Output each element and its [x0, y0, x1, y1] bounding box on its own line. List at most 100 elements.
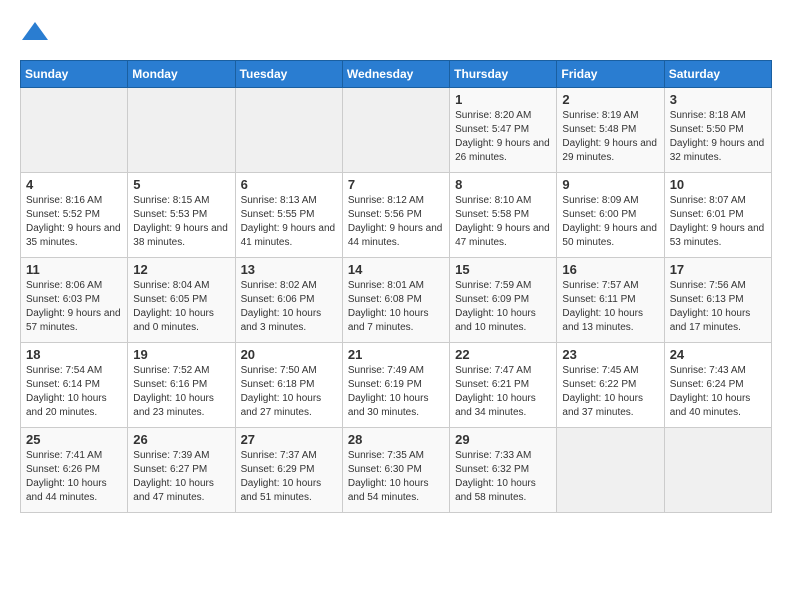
- calendar-cell: 3 Sunrise: 8:18 AMSunset: 5:50 PMDayligh…: [664, 88, 771, 173]
- calendar-cell: [21, 88, 128, 173]
- calendar-cell: [342, 88, 449, 173]
- day-number: 29: [455, 432, 551, 447]
- day-detail: Sunrise: 8:09 AMSunset: 6:00 PMDaylight:…: [562, 195, 657, 248]
- day-detail: Sunrise: 8:04 AMSunset: 6:05 PMDaylight:…: [133, 280, 214, 333]
- calendar-header-row: SundayMondayTuesdayWednesdayThursdayFrid…: [21, 61, 772, 88]
- day-detail: Sunrise: 7:45 AMSunset: 6:22 PMDaylight:…: [562, 365, 643, 418]
- day-detail: Sunrise: 8:12 AMSunset: 5:56 PMDaylight:…: [348, 195, 443, 248]
- day-number: 13: [241, 262, 337, 277]
- day-detail: Sunrise: 7:33 AMSunset: 6:32 PMDaylight:…: [455, 450, 536, 503]
- day-detail: Sunrise: 8:06 AMSunset: 6:03 PMDaylight:…: [26, 280, 121, 333]
- day-detail: Sunrise: 7:50 AMSunset: 6:18 PMDaylight:…: [241, 365, 322, 418]
- calendar-cell: 6 Sunrise: 8:13 AMSunset: 5:55 PMDayligh…: [235, 173, 342, 258]
- calendar-cell: 22 Sunrise: 7:47 AMSunset: 6:21 PMDaylig…: [450, 343, 557, 428]
- calendar-cell: 12 Sunrise: 8:04 AMSunset: 6:05 PMDaylig…: [128, 258, 235, 343]
- day-detail: Sunrise: 7:37 AMSunset: 6:29 PMDaylight:…: [241, 450, 322, 503]
- day-number: 18: [26, 347, 122, 362]
- day-detail: Sunrise: 8:16 AMSunset: 5:52 PMDaylight:…: [26, 195, 121, 248]
- day-number: 9: [562, 177, 658, 192]
- logo: [20, 20, 54, 50]
- calendar-cell: 19 Sunrise: 7:52 AMSunset: 6:16 PMDaylig…: [128, 343, 235, 428]
- calendar-cell: 17 Sunrise: 7:56 AMSunset: 6:13 PMDaylig…: [664, 258, 771, 343]
- weekday-header: Tuesday: [235, 61, 342, 88]
- day-detail: Sunrise: 8:10 AMSunset: 5:58 PMDaylight:…: [455, 195, 550, 248]
- day-detail: Sunrise: 7:35 AMSunset: 6:30 PMDaylight:…: [348, 450, 429, 503]
- day-number: 10: [670, 177, 766, 192]
- day-detail: Sunrise: 8:13 AMSunset: 5:55 PMDaylight:…: [241, 195, 336, 248]
- calendar-cell: 9 Sunrise: 8:09 AMSunset: 6:00 PMDayligh…: [557, 173, 664, 258]
- calendar-cell: 24 Sunrise: 7:43 AMSunset: 6:24 PMDaylig…: [664, 343, 771, 428]
- day-number: 3: [670, 92, 766, 107]
- day-detail: Sunrise: 7:43 AMSunset: 6:24 PMDaylight:…: [670, 365, 751, 418]
- day-number: 14: [348, 262, 444, 277]
- calendar-cell: 1 Sunrise: 8:20 AMSunset: 5:47 PMDayligh…: [450, 88, 557, 173]
- day-number: 27: [241, 432, 337, 447]
- day-detail: Sunrise: 7:54 AMSunset: 6:14 PMDaylight:…: [26, 365, 107, 418]
- calendar-cell: 14 Sunrise: 8:01 AMSunset: 6:08 PMDaylig…: [342, 258, 449, 343]
- calendar-cell: 25 Sunrise: 7:41 AMSunset: 6:26 PMDaylig…: [21, 428, 128, 513]
- calendar-cell: [128, 88, 235, 173]
- day-detail: Sunrise: 7:56 AMSunset: 6:13 PMDaylight:…: [670, 280, 751, 333]
- calendar-cell: 2 Sunrise: 8:19 AMSunset: 5:48 PMDayligh…: [557, 88, 664, 173]
- weekday-header: Sunday: [21, 61, 128, 88]
- day-number: 20: [241, 347, 337, 362]
- calendar-cell: [235, 88, 342, 173]
- calendar-cell: 13 Sunrise: 8:02 AMSunset: 6:06 PMDaylig…: [235, 258, 342, 343]
- calendar-cell: 7 Sunrise: 8:12 AMSunset: 5:56 PMDayligh…: [342, 173, 449, 258]
- day-detail: Sunrise: 7:52 AMSunset: 6:16 PMDaylight:…: [133, 365, 214, 418]
- day-detail: Sunrise: 7:47 AMSunset: 6:21 PMDaylight:…: [455, 365, 536, 418]
- day-number: 26: [133, 432, 229, 447]
- calendar-cell: [557, 428, 664, 513]
- calendar-week-row: 1 Sunrise: 8:20 AMSunset: 5:47 PMDayligh…: [21, 88, 772, 173]
- day-detail: Sunrise: 8:18 AMSunset: 5:50 PMDaylight:…: [670, 110, 765, 163]
- day-number: 17: [670, 262, 766, 277]
- day-number: 19: [133, 347, 229, 362]
- day-number: 23: [562, 347, 658, 362]
- calendar-cell: [664, 428, 771, 513]
- calendar-cell: 4 Sunrise: 8:16 AMSunset: 5:52 PMDayligh…: [21, 173, 128, 258]
- calendar-cell: 8 Sunrise: 8:10 AMSunset: 5:58 PMDayligh…: [450, 173, 557, 258]
- day-number: 7: [348, 177, 444, 192]
- day-number: 24: [670, 347, 766, 362]
- day-number: 4: [26, 177, 122, 192]
- calendar-cell: 27 Sunrise: 7:37 AMSunset: 6:29 PMDaylig…: [235, 428, 342, 513]
- day-number: 1: [455, 92, 551, 107]
- day-detail: Sunrise: 7:49 AMSunset: 6:19 PMDaylight:…: [348, 365, 429, 418]
- calendar-cell: 26 Sunrise: 7:39 AMSunset: 6:27 PMDaylig…: [128, 428, 235, 513]
- calendar-table: SundayMondayTuesdayWednesdayThursdayFrid…: [20, 60, 772, 513]
- weekday-header: Wednesday: [342, 61, 449, 88]
- logo-icon: [20, 20, 50, 50]
- calendar-cell: 16 Sunrise: 7:57 AMSunset: 6:11 PMDaylig…: [557, 258, 664, 343]
- day-number: 28: [348, 432, 444, 447]
- day-number: 2: [562, 92, 658, 107]
- calendar-week-row: 25 Sunrise: 7:41 AMSunset: 6:26 PMDaylig…: [21, 428, 772, 513]
- calendar-cell: 5 Sunrise: 8:15 AMSunset: 5:53 PMDayligh…: [128, 173, 235, 258]
- calendar-week-row: 4 Sunrise: 8:16 AMSunset: 5:52 PMDayligh…: [21, 173, 772, 258]
- day-number: 11: [26, 262, 122, 277]
- calendar-cell: 11 Sunrise: 8:06 AMSunset: 6:03 PMDaylig…: [21, 258, 128, 343]
- calendar-cell: 29 Sunrise: 7:33 AMSunset: 6:32 PMDaylig…: [450, 428, 557, 513]
- day-number: 21: [348, 347, 444, 362]
- day-detail: Sunrise: 8:15 AMSunset: 5:53 PMDaylight:…: [133, 195, 228, 248]
- day-number: 6: [241, 177, 337, 192]
- calendar-cell: 21 Sunrise: 7:49 AMSunset: 6:19 PMDaylig…: [342, 343, 449, 428]
- day-number: 16: [562, 262, 658, 277]
- day-number: 22: [455, 347, 551, 362]
- calendar-cell: 18 Sunrise: 7:54 AMSunset: 6:14 PMDaylig…: [21, 343, 128, 428]
- day-number: 8: [455, 177, 551, 192]
- day-detail: Sunrise: 7:41 AMSunset: 6:26 PMDaylight:…: [26, 450, 107, 503]
- day-detail: Sunrise: 8:19 AMSunset: 5:48 PMDaylight:…: [562, 110, 657, 163]
- weekday-header: Saturday: [664, 61, 771, 88]
- weekday-header: Friday: [557, 61, 664, 88]
- calendar-cell: 15 Sunrise: 7:59 AMSunset: 6:09 PMDaylig…: [450, 258, 557, 343]
- calendar-week-row: 11 Sunrise: 8:06 AMSunset: 6:03 PMDaylig…: [21, 258, 772, 343]
- day-detail: Sunrise: 8:07 AMSunset: 6:01 PMDaylight:…: [670, 195, 765, 248]
- day-number: 15: [455, 262, 551, 277]
- day-detail: Sunrise: 8:02 AMSunset: 6:06 PMDaylight:…: [241, 280, 322, 333]
- weekday-header: Monday: [128, 61, 235, 88]
- day-detail: Sunrise: 7:59 AMSunset: 6:09 PMDaylight:…: [455, 280, 536, 333]
- day-number: 12: [133, 262, 229, 277]
- page-header: [20, 20, 772, 50]
- weekday-header: Thursday: [450, 61, 557, 88]
- day-detail: Sunrise: 7:39 AMSunset: 6:27 PMDaylight:…: [133, 450, 214, 503]
